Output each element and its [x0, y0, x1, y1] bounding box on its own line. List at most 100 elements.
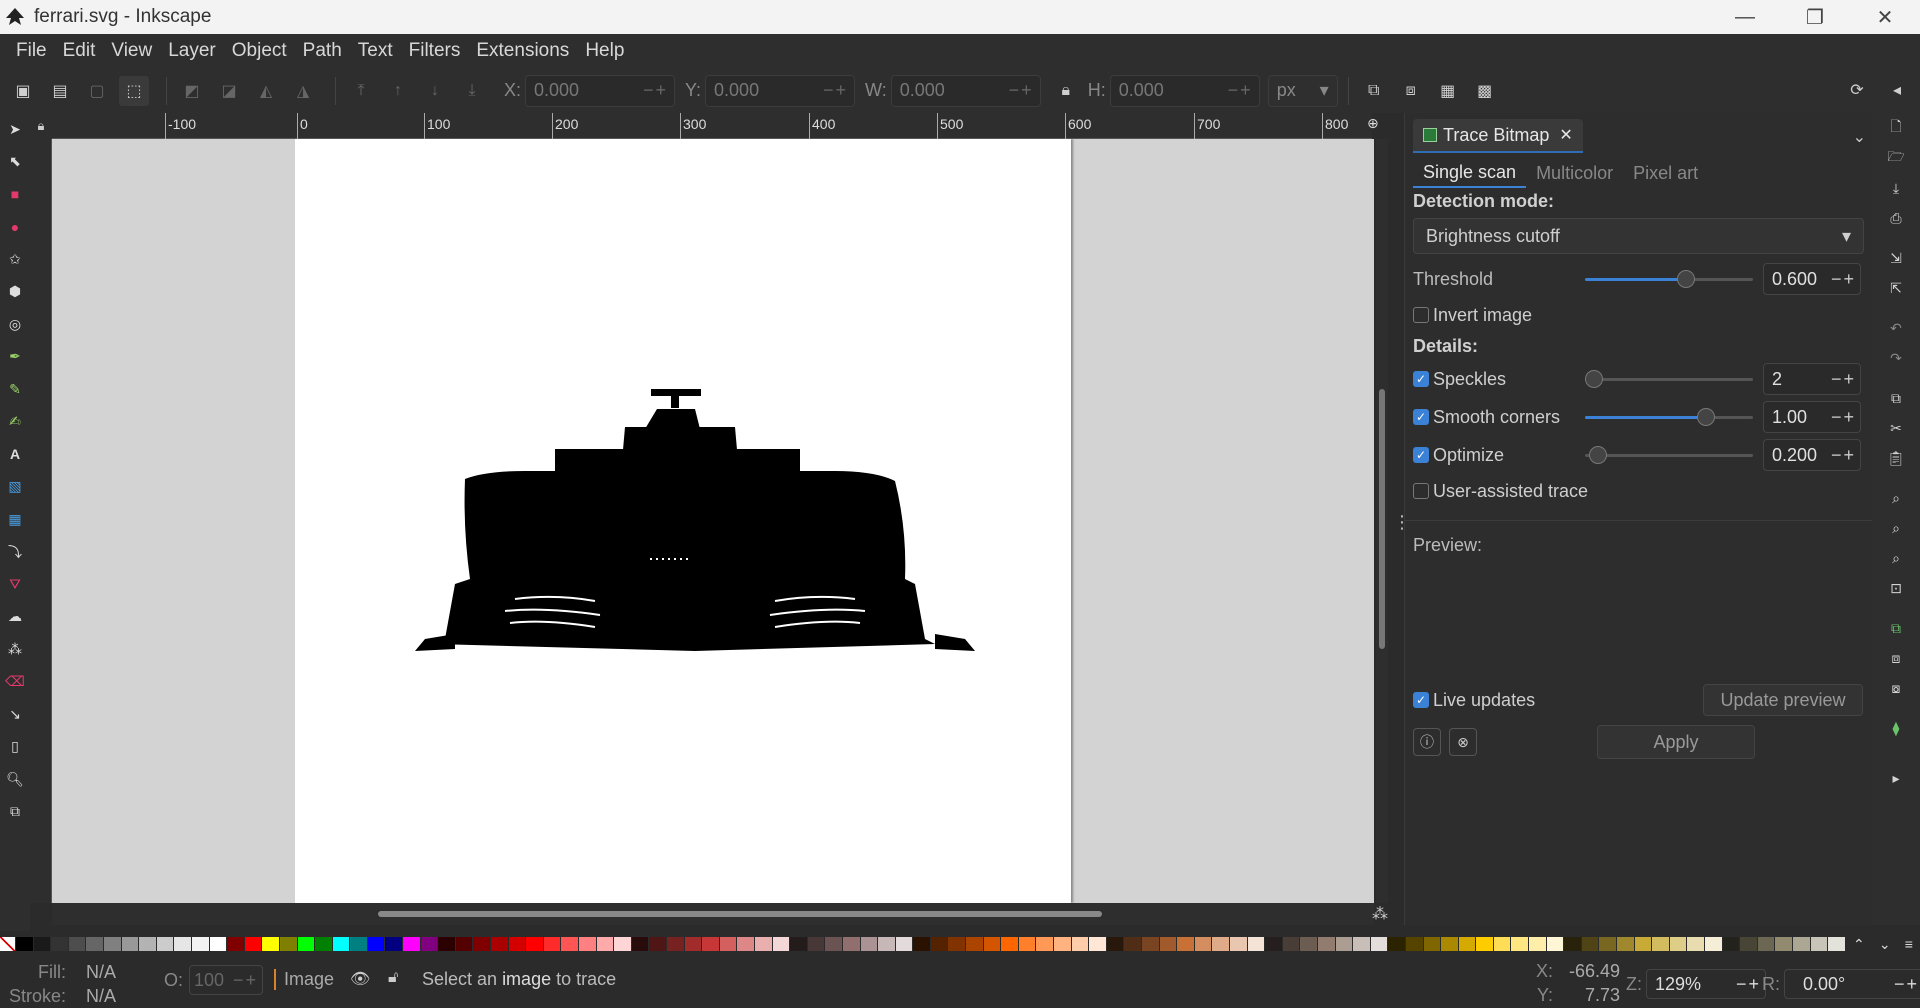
palette-swatch[interactable] [1054, 937, 1072, 951]
paste-icon[interactable]: 📋︎ [1872, 443, 1920, 473]
palette-swatch[interactable] [1617, 937, 1635, 951]
canvas-horizontal-scrollbar[interactable] [52, 903, 1374, 925]
transform-gradients-icon[interactable]: ▦ [1433, 76, 1463, 106]
palette-swatch[interactable] [1106, 937, 1125, 951]
palette-swatch[interactable] [1300, 937, 1318, 951]
palette-swatch[interactable] [878, 937, 896, 951]
menu-layer[interactable]: Layer [160, 40, 224, 62]
pages-tool-icon[interactable]: ▯ [0, 731, 30, 764]
gradient-tool-icon[interactable]: ▧ [0, 471, 30, 504]
palette-swatch[interactable] [1353, 937, 1371, 951]
palette-swatch[interactable] [121, 937, 140, 951]
scroll-thumb[interactable] [1379, 389, 1385, 649]
palette-swatch[interactable] [315, 937, 333, 951]
color-palette[interactable] [0, 937, 1920, 951]
color-manage-icon[interactable]: ⁂ [1372, 904, 1388, 924]
palette-swatch[interactable] [1212, 937, 1230, 951]
palette-swatch[interactable] [1089, 937, 1107, 951]
optimize-spin[interactable]: 0.200 −+ [1763, 439, 1861, 471]
print-icon[interactable]: ⎙ [1872, 203, 1920, 233]
optimize-slider-knob[interactable] [1589, 446, 1607, 464]
current-layer[interactable]: Image [274, 969, 334, 990]
palette-swatch[interactable] [332, 937, 351, 951]
palette-swatch[interactable] [51, 937, 69, 951]
rotate-field[interactable]: 0.00° −+ [1784, 969, 1920, 999]
palette-swatch[interactable] [1335, 937, 1354, 951]
palette-swatch[interactable] [913, 937, 931, 951]
menu-filters[interactable]: Filters [401, 40, 469, 62]
snap-menu-icon[interactable]: ◂ [1882, 75, 1912, 105]
rotate-ccw-icon[interactable]: ◩ [177, 76, 207, 106]
select-all-layers-icon[interactable]: ▤ [45, 76, 75, 106]
speckles-slider[interactable] [1585, 370, 1753, 388]
ellipse-tool-icon[interactable]: ● [0, 211, 30, 244]
palette-swatch[interactable] [1581, 937, 1600, 951]
zoom-stepper[interactable]: −+ [1736, 974, 1761, 995]
palette-swatch[interactable] [1599, 937, 1618, 951]
palette-swatch[interactable] [1775, 937, 1793, 951]
flip-vertical-icon[interactable]: ◮ [288, 76, 318, 106]
palette-swatch[interactable] [649, 937, 667, 951]
pen-tool-icon[interactable]: ✒ [0, 341, 30, 374]
cut-icon[interactable]: ✂ [1872, 413, 1920, 443]
palette-swatch[interactable] [614, 937, 632, 951]
palette-swatch[interactable] [279, 937, 298, 951]
palette-swatch[interactable] [579, 937, 597, 951]
star-tool-icon[interactable]: ✩ [0, 243, 30, 276]
palette-swatch[interactable] [790, 937, 808, 951]
palette-swatch[interactable] [1124, 937, 1142, 951]
palette-swatch[interactable] [1036, 937, 1055, 951]
canvas-vertical-scrollbar[interactable] [1376, 139, 1388, 903]
palette-swatch[interactable] [702, 937, 720, 951]
zoom-field[interactable]: 129% −+ [1646, 969, 1766, 999]
palette-swatch[interactable] [1177, 937, 1195, 951]
palette-swatch[interactable] [631, 937, 650, 951]
palette-swatch[interactable] [209, 937, 228, 951]
smooth-corners-slider-knob[interactable] [1697, 408, 1715, 426]
raise-to-top-icon[interactable]: ⤒ [346, 76, 376, 106]
paint-bucket-tool-icon[interactable]: ⛛ [0, 568, 30, 601]
palette-swatch[interactable] [860, 937, 879, 951]
palette-swatch[interactable] [1142, 937, 1160, 951]
zoom-tool-icon[interactable]: 🔍︎ [0, 763, 30, 796]
ferrari-silhouette-image[interactable] [395, 389, 995, 659]
palette-swatch[interactable] [455, 937, 474, 951]
menu-edit[interactable]: Edit [55, 40, 104, 62]
x-field[interactable]: 0.000 −+ [525, 74, 676, 107]
palette-swatch[interactable] [1722, 937, 1741, 951]
palette-swatch[interactable] [526, 937, 544, 951]
palette-swatch[interactable] [385, 937, 404, 951]
update-preview-button[interactable]: Update preview [1703, 684, 1863, 716]
palette-swatch[interactable] [930, 937, 949, 951]
palette-swatch[interactable] [68, 937, 87, 951]
palette-swatch[interactable] [1388, 937, 1406, 951]
optimize-slider[interactable] [1585, 446, 1753, 464]
clone-icon[interactable]: ⧈ [1872, 643, 1920, 673]
touch-select-icon[interactable]: ⬚ [119, 75, 149, 106]
node-tool-icon[interactable]: ⬉ [0, 146, 30, 179]
zoom-selection-icon[interactable]: ⌕ [1872, 483, 1920, 513]
y-field[interactable]: 0.000 −+ [705, 74, 856, 107]
copy-icon[interactable]: ⧉ [1872, 383, 1920, 413]
speckles-stepper[interactable]: −+ [1831, 369, 1856, 390]
palette-swatch[interactable] [1652, 937, 1670, 951]
palette-swatch[interactable] [103, 937, 122, 951]
undo-icon[interactable]: ↶ [1872, 313, 1920, 343]
measure-tool-icon[interactable]: ⧉ [0, 796, 30, 829]
palette-swatch[interactable] [842, 937, 861, 951]
opacity-stepper[interactable]: −+ [233, 970, 258, 991]
palette-swatch[interactable] [1370, 937, 1389, 951]
palette-swatch[interactable] [350, 937, 368, 951]
lower-icon[interactable]: ↓ [420, 76, 450, 106]
palette-menu-icon[interactable]: ≡ [1905, 936, 1913, 952]
menu-view[interactable]: View [103, 40, 160, 62]
detection-mode-select[interactable]: Brightness cutoff ▾ [1413, 218, 1864, 254]
calligraphy-tool-icon[interactable]: ✍ [0, 406, 30, 439]
palette-swatch[interactable] [508, 937, 527, 951]
invert-image-checkbox[interactable] [1413, 307, 1429, 323]
menu-help[interactable]: Help [577, 40, 632, 62]
scale-corners-icon[interactable]: ⧈ [1396, 76, 1426, 106]
palette-swatch[interactable] [948, 937, 967, 951]
palette-swatch[interactable] [438, 937, 456, 951]
no-paint-swatch[interactable] [0, 937, 16, 951]
